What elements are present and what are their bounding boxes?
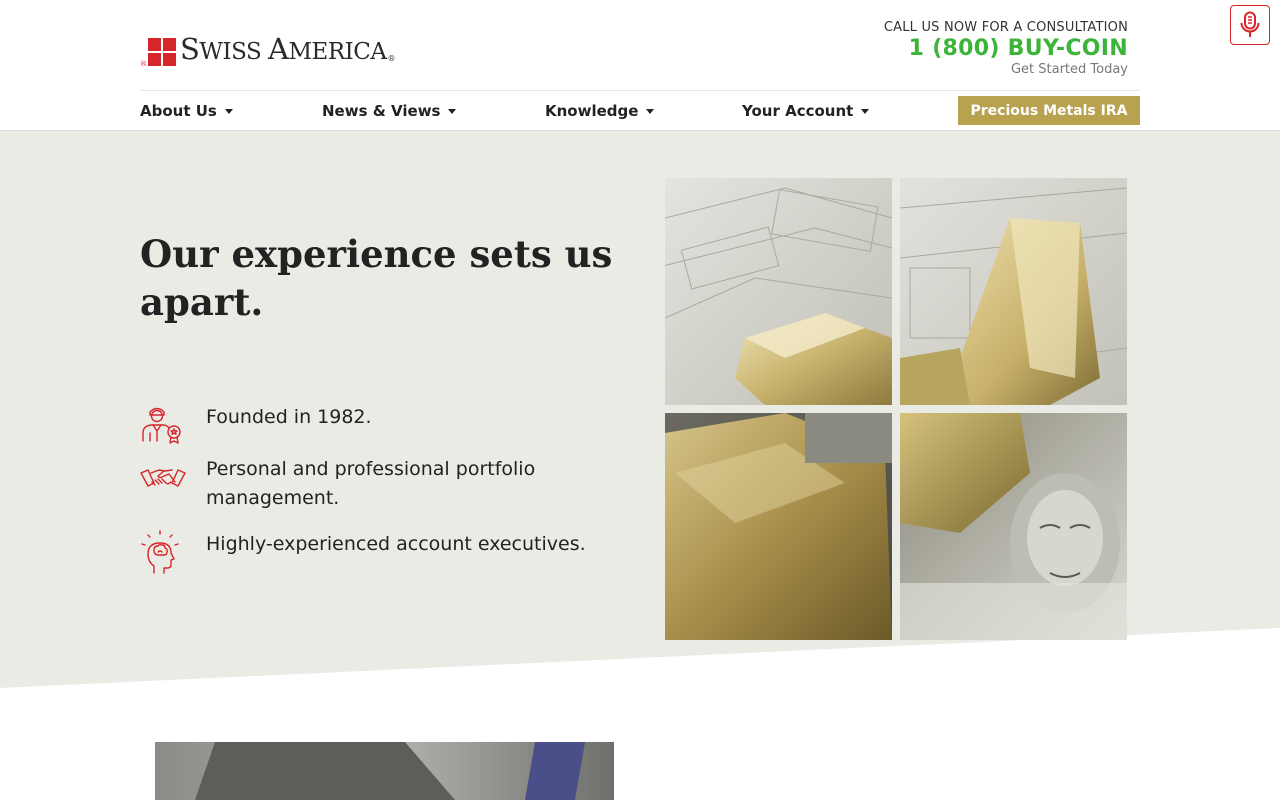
nav-knowledge[interactable]: Knowledge <box>545 102 655 120</box>
get-started-link[interactable]: Get Started Today <box>884 62 1128 77</box>
nav-news-views[interactable]: News & Views <box>322 102 457 120</box>
caret-down-icon <box>861 109 870 114</box>
hero-image-grid <box>665 178 1127 640</box>
feature-founded: Founded in 1982. <box>140 403 626 449</box>
gold-bars-image <box>665 413 892 640</box>
gold-bars-on-dollars-image <box>665 178 892 405</box>
nav-about-us[interactable]: About Us <box>140 102 233 120</box>
logo-wordmark: SWISS AMERICA <box>180 32 387 66</box>
head-idea-icon <box>141 530 179 574</box>
feature-text: Highly-experienced account executives. <box>206 533 586 555</box>
handshake-icon <box>140 469 186 487</box>
gold-bar-image <box>900 178 1127 405</box>
site-header: ® SWISS AMERICA ® CALL US NOW FOR A CONS… <box>0 0 1280 131</box>
phone-link[interactable]: 1 (800) BUY-COIN <box>884 36 1128 62</box>
swiss-america-logo[interactable]: ® SWISS AMERICA ® <box>140 33 395 68</box>
caret-down-icon <box>224 109 233 114</box>
caret-down-icon <box>448 109 457 114</box>
certified-person-icon <box>142 407 181 444</box>
nav-your-account[interactable]: Your Account <box>742 102 870 120</box>
section-photo <box>155 742 614 800</box>
feature-text: Founded in 1982. <box>206 406 372 428</box>
voice-search-button[interactable] <box>1230 5 1270 45</box>
benjamin-franklin-bill-image <box>900 413 1127 640</box>
microphone-icon <box>1240 11 1260 37</box>
feature-text: Personal and professional portfolio mana… <box>206 458 536 509</box>
consultation-cta: CALL US NOW FOR A CONSULTATION 1 (800) B… <box>884 20 1128 77</box>
cta-label: CALL US NOW FOR A CONSULTATION <box>883 20 1128 35</box>
caret-down-icon <box>646 109 655 114</box>
precious-metals-ira-button[interactable]: Precious Metals IRA <box>958 96 1140 125</box>
hero-headline: Our experience sets us apart. <box>140 232 613 324</box>
feature-executives: Highly-experienced account executives. <box>140 530 626 576</box>
main-nav: About Us News & Views Knowledge Your Acc… <box>0 96 1280 126</box>
feature-portfolio: Personal and professional portfolio mana… <box>140 455 626 513</box>
nav-divider <box>140 90 1140 91</box>
logo-cross-icon: ® <box>140 36 178 68</box>
